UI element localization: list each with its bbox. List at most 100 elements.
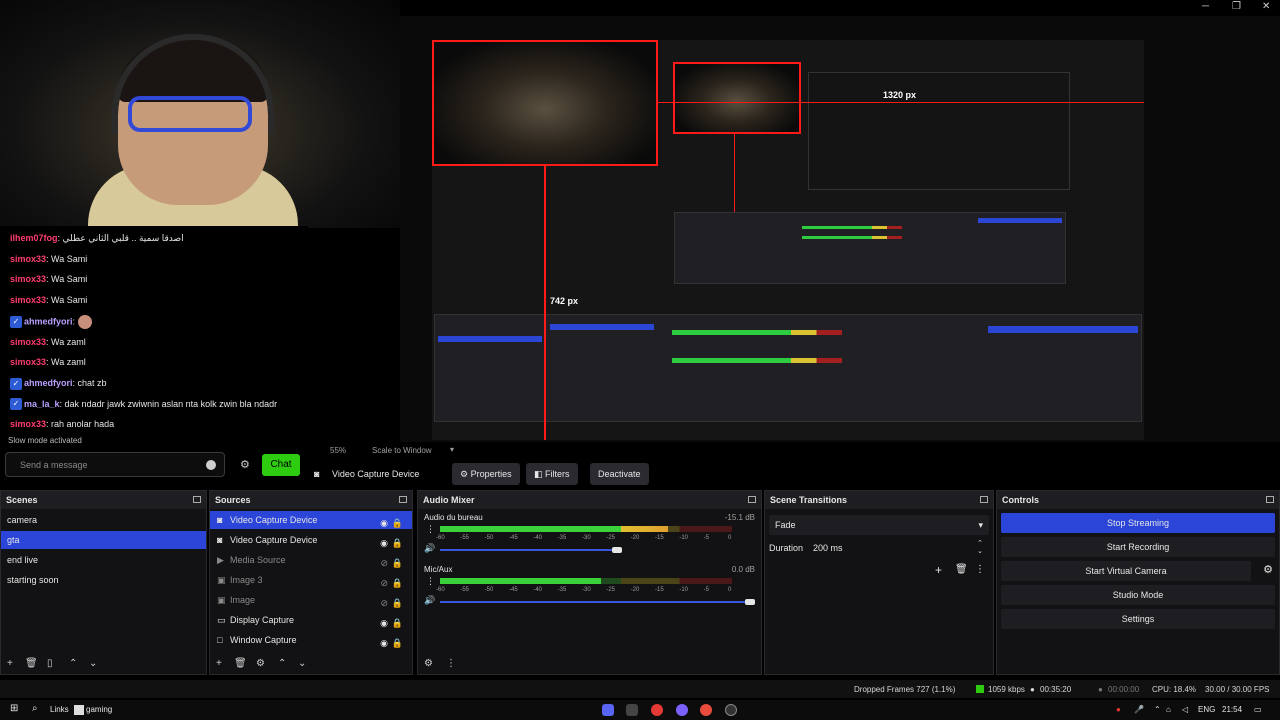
trash-icon[interactable]: 🗑 <box>234 658 247 669</box>
chat-username[interactable]: simox33 <box>10 295 46 305</box>
lock-icon[interactable]: 🔒 <box>392 574 403 592</box>
scale-mode[interactable]: Scale to Window <box>372 446 432 455</box>
eye-hidden-icon[interactable]: ⊘ <box>380 554 388 572</box>
stop-streaming-button[interactable]: Stop Streaming <box>1001 513 1275 533</box>
chevron-up-icon[interactable]: ⌃ <box>278 658 286 669</box>
dock-float-icon[interactable] <box>193 496 201 503</box>
eye-icon[interactable]: ◉ <box>380 634 388 652</box>
filter-icon[interactable]: ▯ <box>47 658 53 669</box>
eye-icon[interactable]: ◉ <box>380 534 388 552</box>
clock[interactable]: 21:54 <box>1222 705 1242 714</box>
lock-icon[interactable]: 🔒 <box>392 534 403 552</box>
discord-icon[interactable] <box>602 704 614 716</box>
duration-field[interactable]: 200 ms ⌃ ⌄ <box>809 539 989 557</box>
add-icon[interactable]: + <box>7 658 13 669</box>
filters-button[interactable]: ◧ Filters <box>526 463 578 485</box>
minimize-icon[interactable]: ─ <box>1202 1 1209 12</box>
lock-icon[interactable]: 🔒 <box>392 594 403 612</box>
channel-menu-icon[interactable]: ⋮ <box>426 576 435 587</box>
transition-select[interactable]: Fade ▾ <box>769 515 989 535</box>
taskbar-links[interactable]: Links <box>50 705 69 714</box>
eye-hidden-icon[interactable]: ⊘ <box>380 594 388 612</box>
chat-username[interactable]: simox33 <box>10 357 46 367</box>
tray-icon[interactable]: ⌃ <box>1154 705 1161 714</box>
notification-icon[interactable]: ▭ <box>1254 705 1262 714</box>
chat-settings-gear-icon[interactable]: ⚙ <box>240 458 250 471</box>
language-indicator[interactable]: ENG <box>1198 705 1215 714</box>
maximize-icon[interactable]: ❐ <box>1232 1 1241 12</box>
advanced-audio-gear-icon[interactable]: ⚙ <box>424 658 433 669</box>
eye-hidden-icon[interactable]: ⊘ <box>380 574 388 592</box>
add-transition-icon[interactable]: + <box>935 563 942 577</box>
speaker-icon[interactable]: 🔊 <box>424 543 435 554</box>
volume-slider[interactable] <box>440 549 612 551</box>
eye-icon[interactable]: ◉ <box>380 514 388 532</box>
properties-button[interactable]: ⚙ Properties <box>452 463 520 485</box>
channel-menu-icon[interactable]: ⋮ <box>426 524 435 535</box>
dock-float-icon[interactable] <box>980 496 988 503</box>
lock-icon[interactable]: 🔒 <box>392 614 403 632</box>
windows-start-icon[interactable]: ⊞ <box>10 703 18 714</box>
more-options-icon[interactable]: ⋮ <box>975 564 985 575</box>
scene-item[interactable]: gta <box>1 531 206 549</box>
scene-item[interactable]: starting soon <box>1 571 206 589</box>
taskbar-gaming[interactable]: gaming <box>86 705 112 714</box>
scene-item[interactable]: end live <box>1 551 206 569</box>
explorer-icon[interactable] <box>626 704 638 716</box>
chevron-up-icon[interactable]: ⌃ <box>69 658 77 669</box>
chat-send-button[interactable]: Chat <box>262 454 300 476</box>
start-virtual-camera-button[interactable]: Start Virtual Camera <box>1001 561 1251 581</box>
studio-mode-button[interactable]: Studio Mode <box>1001 585 1275 605</box>
selection-box-webcam[interactable] <box>432 40 658 166</box>
chat-username[interactable]: ahmedfyori <box>24 378 73 388</box>
chat-username[interactable]: ahmedfyori <box>24 316 73 326</box>
source-item[interactable]: □ Window Capture ◉ 🔒 <box>210 631 412 649</box>
chat-username[interactable]: simox33 <box>10 419 46 429</box>
source-item[interactable]: ▣ Image ⊘ 🔒 <box>210 591 412 609</box>
close-icon[interactable]: ✕ <box>1262 1 1270 12</box>
volume-icon[interactable]: ◁ <box>1182 705 1188 714</box>
scene-item[interactable]: camera <box>1 511 206 529</box>
chat-username[interactable]: simox33 <box>10 254 46 264</box>
source-item[interactable]: ◙ Video Capture Device ◉ 🔒 <box>210 511 412 529</box>
zoom-level[interactable]: 55% <box>330 446 346 455</box>
lock-icon[interactable]: 🔒 <box>392 634 403 652</box>
dock-float-icon[interactable] <box>399 496 407 503</box>
obs-tray-icon[interactable]: ● <box>1116 705 1121 714</box>
chat-username[interactable]: simox33 <box>10 274 46 284</box>
lock-icon[interactable]: 🔒 <box>392 554 403 572</box>
eye-icon[interactable]: ◉ <box>380 614 388 632</box>
trash-icon[interactable]: 🗑 <box>955 564 968 575</box>
chrome-icon[interactable] <box>651 704 663 716</box>
chat-username[interactable]: simox33 <box>10 337 46 347</box>
network-icon[interactable]: ⌂ <box>1166 705 1171 714</box>
virtual-camera-gear-icon[interactable]: ⚙ <box>1263 563 1273 576</box>
volume-slider-knob[interactable] <box>745 599 755 605</box>
add-icon[interactable]: + <box>216 658 222 669</box>
source-item[interactable]: ▣ Image 3 ⊘ 🔒 <box>210 571 412 589</box>
source-item[interactable]: ▭ Display Capture ◉ 🔒 <box>210 611 412 629</box>
chat-input[interactable]: Send a message <box>5 452 225 477</box>
trash-icon[interactable]: 🗑 <box>25 658 38 669</box>
app-icon[interactable] <box>676 704 688 716</box>
speaker-icon[interactable]: 🔊 <box>424 595 435 606</box>
scale-mode-chevron-icon[interactable]: ▾ <box>450 445 454 454</box>
chevron-down-icon[interactable]: ⌄ <box>298 658 306 669</box>
gear-icon[interactable]: ⚙ <box>256 658 265 669</box>
start-recording-button[interactable]: Start Recording <box>1001 537 1275 557</box>
chevron-down-icon[interactable]: ⌄ <box>89 658 97 669</box>
chrome-icon-2[interactable] <box>700 704 712 716</box>
deactivate-button[interactable]: Deactivate <box>590 463 649 485</box>
search-icon[interactable]: ⌕ <box>32 703 38 714</box>
chat-username[interactable]: ma_la_k <box>24 399 60 409</box>
dock-float-icon[interactable] <box>748 496 756 503</box>
settings-button[interactable]: Settings <box>1001 609 1275 629</box>
stepper-icon[interactable]: ⌃ ⌄ <box>977 540 983 556</box>
obs-icon[interactable] <box>725 704 737 716</box>
more-options-icon[interactable]: ⋮ <box>446 658 456 669</box>
emoji-icon[interactable] <box>206 460 216 470</box>
source-item[interactable]: ◙ Video Capture Device ◉ 🔒 <box>210 531 412 549</box>
chat-username[interactable]: ilhem07fog <box>10 233 58 243</box>
source-item[interactable]: ▶ Media Source ⊘ 🔒 <box>210 551 412 569</box>
volume-slider[interactable] <box>440 601 750 603</box>
